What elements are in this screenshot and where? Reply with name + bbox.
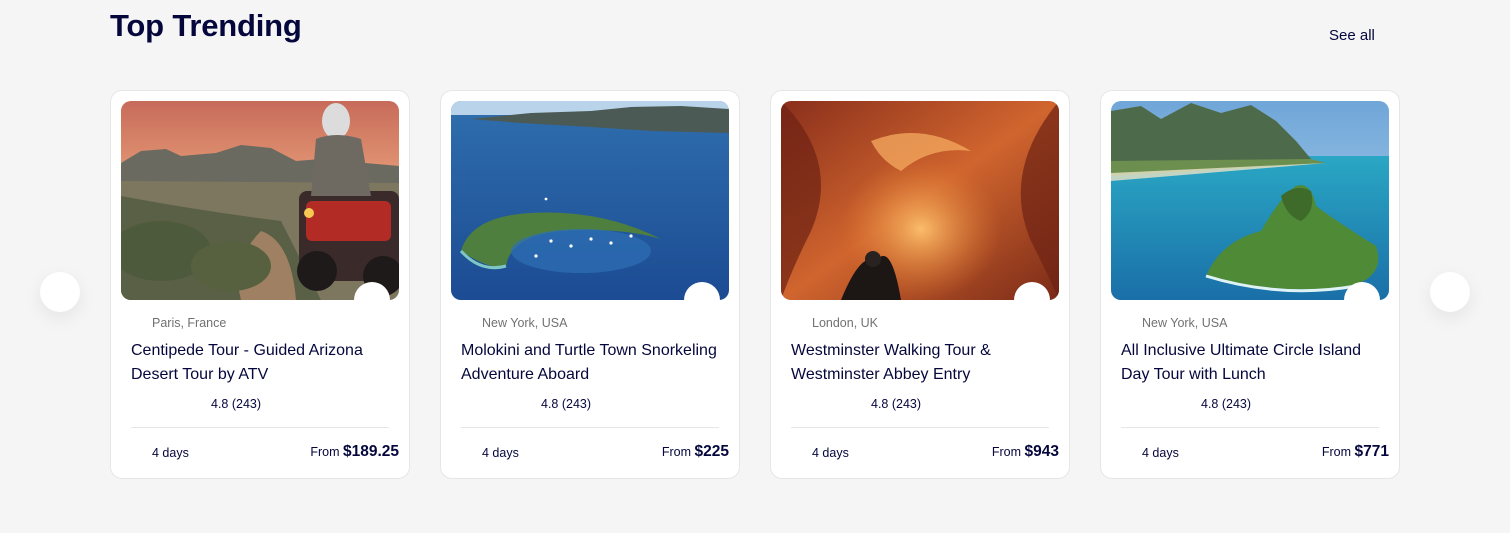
tour-location: New York, USA <box>1142 316 1228 330</box>
island-coast-image <box>1111 101 1389 300</box>
tour-title[interactable]: Molokini and Turtle Town Snorkeling Adve… <box>461 339 723 387</box>
price-amount: $225 <box>694 443 729 460</box>
tour-location: Paris, France <box>152 316 227 330</box>
tour-image-atv[interactable] <box>121 101 399 300</box>
tour-title[interactable]: All Inclusive Ultimate Circle Island Day… <box>1121 339 1383 387</box>
tour-price: From $943 <box>992 443 1059 461</box>
tour-location: London, UK <box>812 316 879 330</box>
price-amount: $771 <box>1354 443 1389 460</box>
price-prefix: From <box>661 445 692 459</box>
tour-card[interactable]: New York, USA Molokini and Turtle Town S… <box>440 90 740 479</box>
top-trending-section: Top Trending See all Paris, France Centi… <box>0 0 1510 533</box>
tour-card[interactable]: New York, USA All Inclusive Ultimate Cir… <box>1100 90 1400 479</box>
price-amount: $943 <box>1024 443 1059 460</box>
card-divider <box>461 427 719 428</box>
tour-duration: 4 days <box>482 446 519 460</box>
carousel-prev-button[interactable] <box>40 272 80 312</box>
tour-duration: 4 days <box>1142 446 1179 460</box>
atv-desert-image <box>121 101 399 300</box>
price-amount: $189.25 <box>342 443 399 460</box>
tour-rating: 4.8 (243) <box>541 397 592 411</box>
card-divider <box>1121 427 1379 428</box>
card-divider <box>791 427 1049 428</box>
tour-card[interactable]: Paris, France Centipede Tour - Guided Ar… <box>110 90 410 479</box>
tour-price: From $225 <box>662 443 729 461</box>
tour-cards-carousel: Paris, France Centipede Tour - Guided Ar… <box>110 90 1400 480</box>
tour-image-molokini[interactable] <box>451 101 729 300</box>
tour-rating: 4.8 (243) <box>1201 397 1252 411</box>
card-divider <box>131 427 389 428</box>
tour-title[interactable]: Westminster Walking Tour & Westminster A… <box>791 339 1053 387</box>
molokini-island-image <box>451 101 729 300</box>
price-prefix: From <box>1321 445 1352 459</box>
tour-price: From $771 <box>1322 443 1389 461</box>
tour-rating: 4.8 (243) <box>211 397 262 411</box>
tour-location: New York, USA <box>482 316 568 330</box>
tour-image-island[interactable] <box>1111 101 1389 300</box>
tour-rating: 4.8 (243) <box>871 397 922 411</box>
section-title: Top Trending <box>110 8 302 43</box>
price-prefix: From <box>310 445 340 459</box>
tour-title[interactable]: Centipede Tour - Guided Arizona Desert T… <box>131 339 393 387</box>
tour-duration: 4 days <box>812 446 849 460</box>
carousel-next-button[interactable] <box>1430 272 1470 312</box>
tour-duration: 4 days <box>152 446 189 460</box>
antelope-canyon-image <box>781 101 1059 300</box>
tour-card[interactable]: London, UK Westminster Walking Tour & We… <box>770 90 1070 479</box>
price-prefix: From <box>991 445 1022 459</box>
see-all-link[interactable]: See all <box>1329 27 1375 44</box>
tour-price: From $189.25 <box>310 443 399 461</box>
tour-image-canyon[interactable] <box>781 101 1059 300</box>
